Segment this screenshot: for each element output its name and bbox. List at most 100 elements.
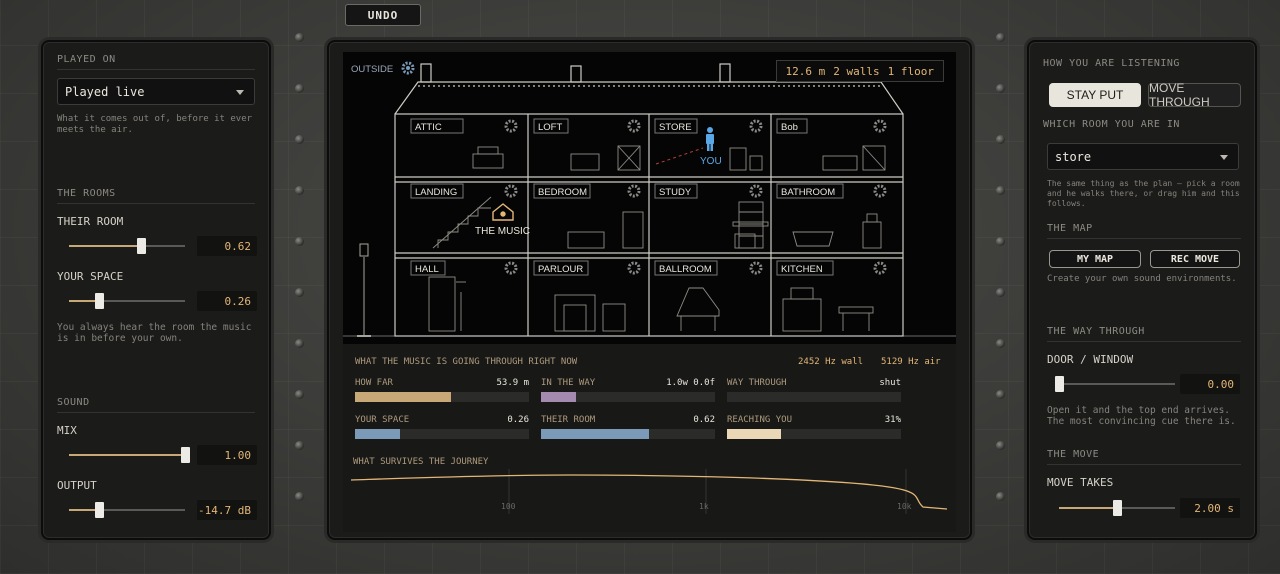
meter-bar-how-far bbox=[355, 392, 529, 402]
center-panel: OUTSIDE ATTIC LOFT STORE Bob LANDING BED… bbox=[327, 40, 972, 540]
which-room-select[interactable]: store bbox=[1047, 143, 1239, 170]
rivet bbox=[295, 33, 304, 42]
freq-tick-1k: 1k bbox=[699, 502, 709, 511]
meter-fill bbox=[355, 392, 451, 402]
gear-icon bbox=[504, 261, 518, 275]
rivet bbox=[295, 492, 304, 501]
sound-path bbox=[655, 147, 704, 165]
way-through-title: THE WAY THROUGH bbox=[1047, 326, 1145, 337]
rivet bbox=[996, 390, 1005, 399]
house-view[interactable]: OUTSIDE ATTIC LOFT STORE Bob LANDING BED… bbox=[343, 52, 956, 344]
rivet bbox=[996, 186, 1005, 195]
their-room-label: THEIR ROOM bbox=[57, 215, 124, 228]
rivet bbox=[295, 441, 304, 450]
output-label: OUTPUT bbox=[57, 479, 97, 492]
divider bbox=[1047, 238, 1241, 239]
slider-thumb[interactable] bbox=[136, 238, 146, 254]
svg-text:KITCHEN: KITCHEN bbox=[781, 264, 823, 275]
room-hall[interactable]: HALL bbox=[410, 260, 518, 276]
rivet bbox=[996, 84, 1005, 93]
door-window-slider[interactable] bbox=[1055, 376, 1175, 392]
room-bedroom[interactable]: BEDROOM bbox=[533, 183, 641, 199]
map-help: Create your own sound environments. bbox=[1047, 274, 1237, 284]
rivet bbox=[996, 135, 1005, 144]
door-window-value[interactable]: 0.00 bbox=[1180, 374, 1240, 394]
their-room-value[interactable]: 0.62 bbox=[197, 236, 257, 256]
move-through-button[interactable]: MOVE THROUGH bbox=[1148, 81, 1241, 109]
svg-text:LOFT: LOFT bbox=[538, 122, 562, 133]
listener-person-icon[interactable] bbox=[706, 127, 714, 151]
gear-icon bbox=[627, 184, 641, 198]
rivet bbox=[295, 237, 304, 246]
mix-label: MIX bbox=[57, 424, 77, 437]
slider-thumb[interactable] bbox=[1055, 376, 1064, 392]
room-landing[interactable]: LANDING bbox=[410, 183, 518, 199]
room-parlour[interactable]: PARLOUR bbox=[533, 260, 641, 276]
move-takes-slider[interactable] bbox=[1059, 500, 1175, 516]
their-room-slider[interactable] bbox=[69, 238, 185, 254]
mix-value[interactable]: 1.00 bbox=[197, 445, 257, 465]
move-title: THE MOVE bbox=[1047, 449, 1100, 460]
slider-fill bbox=[69, 245, 141, 247]
stay-put-button[interactable]: STAY PUT bbox=[1049, 83, 1141, 107]
rivet bbox=[295, 135, 304, 144]
room-bob[interactable]: Bob bbox=[776, 118, 887, 134]
rec-move-button[interactable]: REC MOVE bbox=[1150, 250, 1240, 268]
furniture-sketches bbox=[428, 145, 886, 332]
air-hz: 5129 Hz air bbox=[881, 357, 941, 367]
room-ballroom[interactable]: BALLROOM bbox=[654, 260, 763, 276]
room-kitchen[interactable]: KITCHEN bbox=[776, 260, 887, 276]
room-loft[interactable]: LOFT bbox=[533, 118, 641, 134]
undo-button[interactable]: UNDO bbox=[345, 4, 421, 26]
meter-bar-their-room bbox=[541, 429, 715, 439]
rivet bbox=[996, 441, 1005, 450]
played-on-select[interactable]: Played live bbox=[57, 78, 255, 105]
divider bbox=[57, 412, 255, 413]
move-takes-label: MOVE TAKES bbox=[1047, 476, 1114, 489]
walls-value: 2 walls bbox=[833, 64, 880, 78]
meter-bar-reaching-you bbox=[727, 429, 901, 439]
rivet bbox=[996, 237, 1005, 246]
chevron-down-icon bbox=[236, 90, 244, 95]
gear-icon bbox=[749, 119, 763, 133]
gear-icon bbox=[627, 261, 641, 275]
music-label: THE MUSIC bbox=[475, 226, 530, 237]
output-slider[interactable] bbox=[69, 502, 185, 518]
chevron-down-icon bbox=[1220, 155, 1228, 160]
meter-value-their-room: 0.62 bbox=[693, 415, 715, 425]
played-on-value: Played live bbox=[65, 84, 145, 99]
room-attic[interactable]: ATTIC bbox=[410, 118, 518, 134]
outside-gear-icon[interactable] bbox=[401, 61, 415, 75]
svg-text:HALL: HALL bbox=[415, 264, 439, 275]
map-title: THE MAP bbox=[1047, 223, 1093, 234]
you-label: YOU bbox=[700, 156, 722, 167]
your-space-slider[interactable] bbox=[69, 293, 185, 309]
meters-section: WHAT THE MUSIC IS GOING THROUGH RIGHT NO… bbox=[343, 344, 956, 532]
rivet bbox=[996, 288, 1005, 297]
rooms-help: You always hear the room the music is in… bbox=[57, 322, 252, 344]
meter-value-reaching-you: 31% bbox=[884, 415, 901, 425]
mix-slider[interactable] bbox=[69, 447, 190, 463]
rivet bbox=[295, 186, 304, 195]
slider-thumb[interactable] bbox=[1113, 500, 1122, 516]
room-bathroom[interactable]: BATHROOM bbox=[776, 183, 887, 199]
svg-text:BALLROOM: BALLROOM bbox=[659, 264, 712, 275]
your-space-value[interactable]: 0.26 bbox=[197, 291, 257, 311]
gear-icon bbox=[749, 184, 763, 198]
freq-tick-100: 100 bbox=[501, 502, 516, 511]
slider-thumb[interactable] bbox=[95, 502, 105, 518]
house-drawing[interactable]: OUTSIDE ATTIC LOFT STORE Bob LANDING BED… bbox=[343, 52, 956, 344]
move-takes-value[interactable]: 2.00 s bbox=[1180, 498, 1240, 518]
room-study[interactable]: STUDY bbox=[654, 183, 763, 199]
played-on-help: What it comes out of, before it ever mee… bbox=[57, 114, 253, 135]
slider-thumb[interactable] bbox=[95, 293, 105, 309]
my-map-button[interactable]: MY MAP bbox=[1049, 250, 1141, 268]
slider-thumb[interactable] bbox=[181, 447, 190, 463]
output-value[interactable]: -14.7 dB bbox=[197, 500, 257, 520]
response-line bbox=[351, 474, 948, 510]
rivet bbox=[295, 84, 304, 93]
divider bbox=[57, 203, 255, 204]
svg-text:LANDING: LANDING bbox=[415, 187, 457, 198]
gear-icon bbox=[749, 261, 763, 275]
music-source-icon[interactable] bbox=[492, 203, 514, 221]
